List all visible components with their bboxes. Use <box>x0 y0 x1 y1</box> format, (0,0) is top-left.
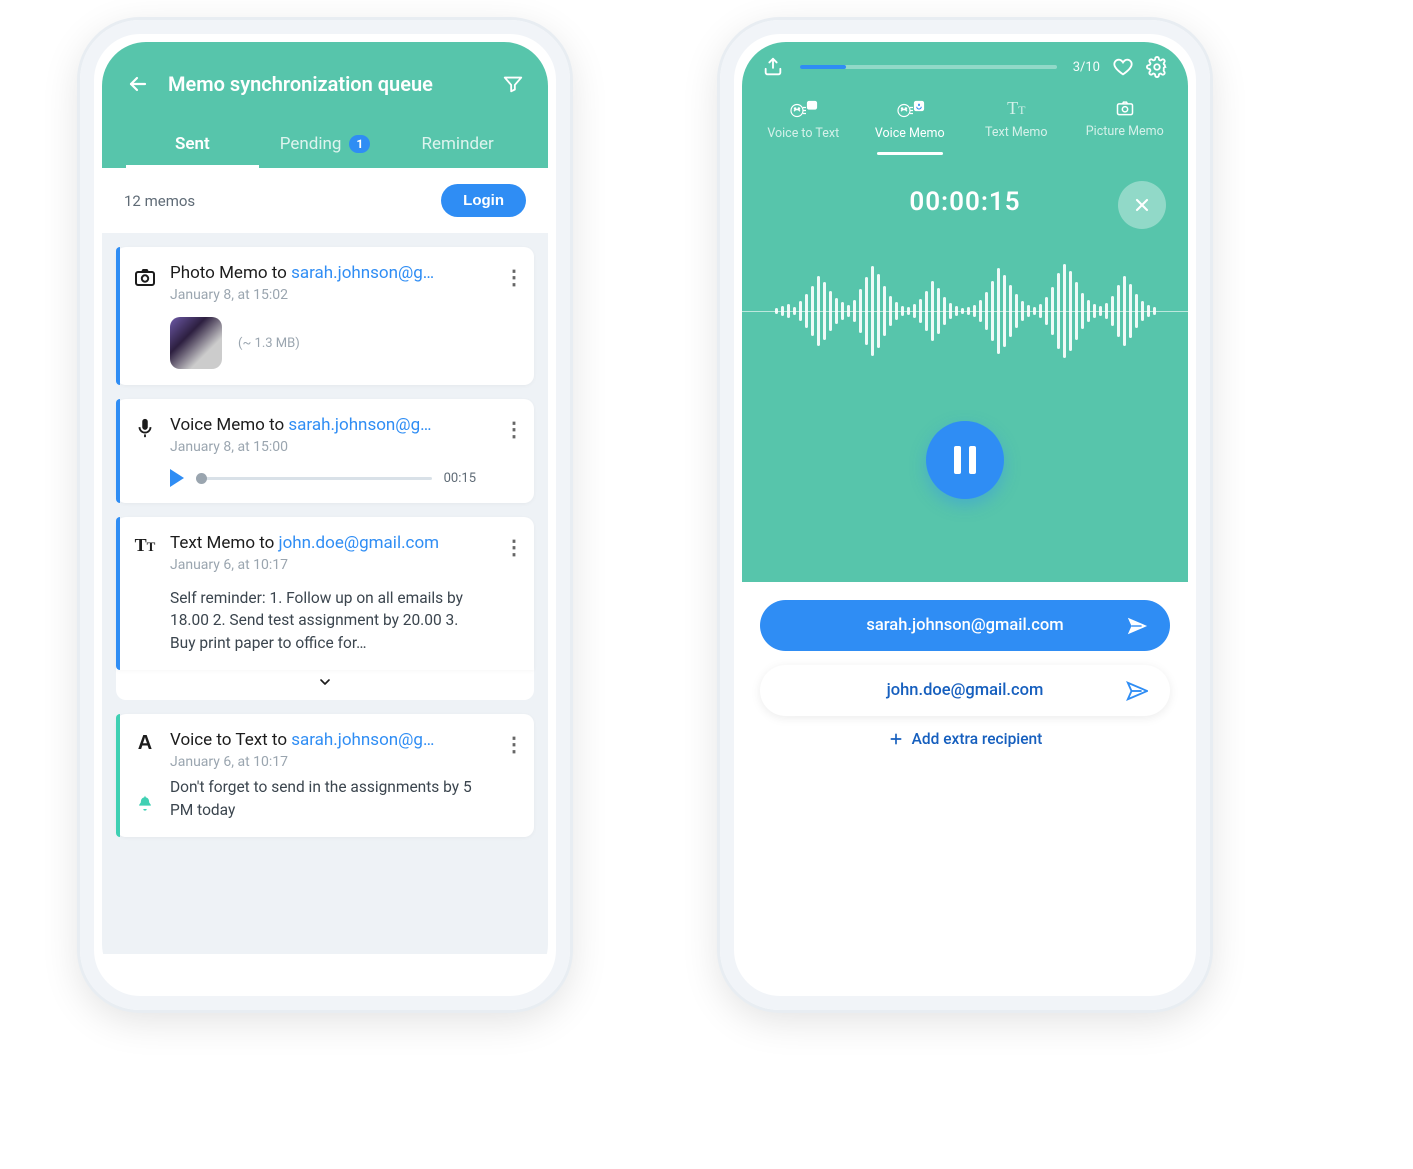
phone-right-screen: 3/10 A Voice to Text Voice Memo <box>742 42 1188 988</box>
audio-player: 00:15 <box>170 469 486 487</box>
phone-left-screen: Memo synchronization queue Sent Pending … <box>102 42 548 988</box>
memo-date: January 6, at 10:17 <box>170 557 486 573</box>
tab-label: Voice Memo <box>875 126 945 141</box>
tab-pending-label: Pending <box>280 134 342 154</box>
photo-size: (~ 1.3 MB) <box>238 336 300 351</box>
tab-reminder[interactable]: Reminder <box>391 120 524 168</box>
tab-voice-to-text[interactable]: A Voice to Text <box>758 92 848 147</box>
tab-voice-memo[interactable]: Voice Memo <box>865 92 955 147</box>
heart-icon[interactable] <box>1112 56 1134 78</box>
add-recipient-label: Add extra recipient <box>912 730 1043 748</box>
camera-icon <box>120 247 170 385</box>
tab-label: Text Memo <box>985 125 1048 140</box>
memo-title: Voice Memo to sarah.johnson@g… <box>170 415 486 435</box>
tab-text-memo[interactable]: TT Text Memo <box>971 92 1061 147</box>
memo-date: January 8, at 15:00 <box>170 439 486 455</box>
recipient-panel: sarah.johnson@gmail.com john.doe@gmail.c… <box>742 582 1188 766</box>
queue-body: 12 memos Login Photo Memo to sarah.johns… <box>102 168 548 954</box>
pending-badge: 1 <box>349 135 370 153</box>
memo-date: January 6, at 10:17 <box>170 754 486 770</box>
status-bar: 3/10 <box>742 42 1188 78</box>
memo-card-vtt[interactable]: A Voice to Text to sarah.johnson@g… Janu… <box>116 714 534 837</box>
memo-title: Voice to Text to sarah.johnson@g… <box>170 730 486 750</box>
memo-card-text[interactable]: TT Text Memo to john.doe@gmail.com Janua… <box>116 517 534 670</box>
more-icon[interactable]: ⋮ <box>494 247 534 385</box>
back-icon[interactable] <box>126 72 150 96</box>
waveform <box>742 231 1188 391</box>
record-timer: 00:00:15 <box>909 187 1020 217</box>
tab-label: Voice to Text <box>767 126 839 141</box>
memo-card-voice[interactable]: Voice Memo to sarah.johnson@g… January 8… <box>116 399 534 503</box>
recipient-secondary[interactable]: john.doe@gmail.com <box>760 665 1170 716</box>
more-icon[interactable]: ⋮ <box>494 517 534 670</box>
memo-title: Photo Memo to sarah.johnson@g… <box>170 263 486 283</box>
memo-title: Text Memo to john.doe@gmail.com <box>170 533 486 553</box>
send-icon[interactable] <box>1126 680 1148 702</box>
mode-tabs: A Voice to Text Voice Memo TT Text Memo … <box>742 78 1188 147</box>
tab-picture-memo[interactable]: Picture Memo <box>1078 92 1172 147</box>
gear-icon[interactable] <box>1146 56 1168 78</box>
usage-label: 3/10 <box>1073 60 1100 75</box>
filter-icon[interactable] <box>502 73 524 95</box>
expand-button[interactable] <box>116 670 534 700</box>
play-icon[interactable] <box>170 469 184 487</box>
pause-button[interactable] <box>926 421 1004 499</box>
tab-reminder-label: Reminder <box>422 134 494 154</box>
bell-icon <box>120 776 170 837</box>
close-button[interactable] <box>1118 181 1166 229</box>
more-icon[interactable]: ⋮ <box>494 399 534 503</box>
text-icon: TT <box>120 517 170 670</box>
page-title: Memo synchronization queue <box>168 72 484 96</box>
queue-subbar: 12 memos Login <box>102 168 548 233</box>
tab-label: Picture Memo <box>1086 124 1164 139</box>
microphone-icon <box>120 399 170 503</box>
recipient-email: john.doe@gmail.com <box>887 681 1044 700</box>
audio-seekbar[interactable] <box>196 477 432 480</box>
phone-right: 3/10 A Voice to Text Voice Memo <box>720 20 1210 1010</box>
memo-date: January 8, at 15:02 <box>170 287 486 303</box>
audio-duration: 00:15 <box>444 471 486 486</box>
memo-reminder-text: Don't forget to send in the assignments … <box>170 776 494 837</box>
add-recipient-button[interactable]: Add extra recipient <box>760 730 1170 748</box>
tab-pending[interactable]: Pending 1 <box>259 120 392 168</box>
send-icon[interactable] <box>1126 615 1148 637</box>
usage-progress[interactable] <box>800 65 1057 69</box>
photo-thumbnail[interactable] <box>170 317 222 369</box>
more-icon[interactable]: ⋮ <box>494 714 534 776</box>
recipient-primary[interactable]: sarah.johnson@gmail.com <box>760 600 1170 651</box>
login-button[interactable]: Login <box>441 184 526 217</box>
tab-sent-label: Sent <box>175 134 210 154</box>
recipient-email: sarah.johnson@gmail.com <box>866 616 1063 635</box>
queue-tabs: Sent Pending 1 Reminder <box>126 120 524 168</box>
memo-count: 12 memos <box>124 192 441 210</box>
tab-sent[interactable]: Sent <box>126 120 259 168</box>
letter-a-icon: A <box>120 714 170 776</box>
queue-header: Memo synchronization queue Sent Pending … <box>102 42 548 168</box>
memo-card-photo[interactable]: Photo Memo to sarah.johnson@g… January 8… <box>116 247 534 385</box>
recorder-top: 3/10 A Voice to Text Voice Memo <box>742 42 1188 582</box>
phone-left: Memo synchronization queue Sent Pending … <box>80 20 570 1010</box>
export-icon[interactable] <box>762 56 784 78</box>
memo-text-body: Self reminder: 1. Follow up on all email… <box>170 587 486 654</box>
